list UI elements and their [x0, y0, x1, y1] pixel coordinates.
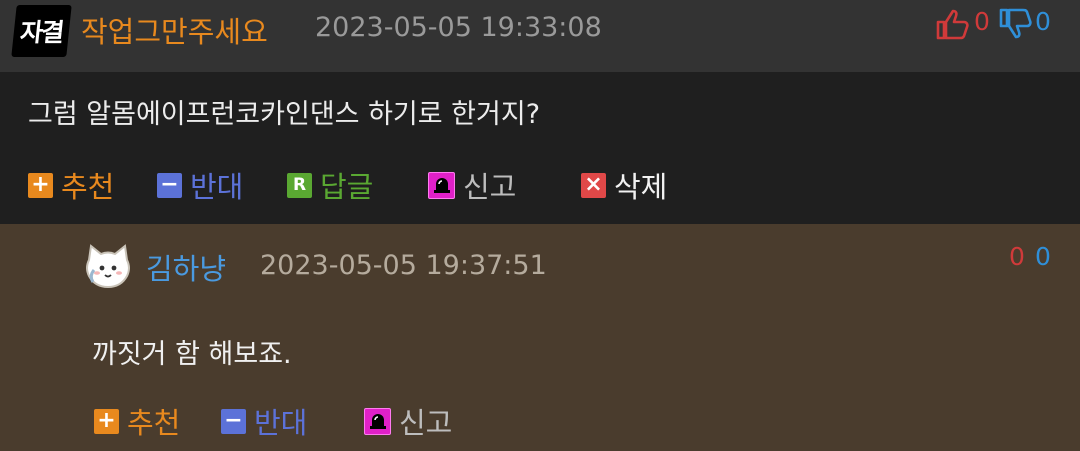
reply-comment: 김하냥 2023-05-05 19:37:51 0 0 까짓거 함 해보죠. +…	[0, 224, 1080, 451]
siren-icon	[364, 407, 391, 435]
reply-icon: R	[287, 172, 312, 198]
reply-oppose-button[interactable]: − 반대	[221, 400, 307, 442]
reply-content: 까짓거 함 해보죠.	[92, 339, 292, 370]
comment-body: 그럼 알몸에이프런코카인댄스 하기로 한거지? + 추천 − 반대 R 답글 신…	[0, 72, 1080, 224]
recommend-button[interactable]: + 추천	[28, 164, 114, 206]
oppose-button[interactable]: − 반대	[157, 164, 243, 206]
plus-icon: +	[94, 408, 119, 434]
comment-username[interactable]: 작업그만주세요	[81, 9, 268, 51]
downvote-count: 0	[1035, 7, 1051, 36]
reply-upvote-count[interactable]: 0	[1009, 242, 1025, 271]
delete-x-icon: ×	[581, 172, 606, 198]
reply-downvote-count[interactable]: 0	[1035, 242, 1051, 271]
comment-timestamp: 2023-05-05 19:33:08	[315, 12, 602, 43]
minus-icon: −	[157, 172, 182, 198]
plus-icon: +	[28, 172, 53, 198]
thumbs-up-icon[interactable]	[935, 8, 969, 44]
reply-label: 답글	[320, 170, 374, 204]
avatar[interactable]: 자결	[11, 5, 72, 57]
reply-username[interactable]: 김하냥	[146, 246, 226, 288]
cat-avatar-icon[interactable]	[83, 242, 133, 294]
report-button[interactable]: 신고	[428, 164, 516, 206]
reply-recommend-label: 추천	[127, 406, 181, 440]
siren-icon	[428, 171, 455, 199]
delete-button[interactable]: × 삭제	[581, 164, 667, 206]
reply-report-label: 신고	[399, 406, 453, 440]
delete-label: 삭제	[614, 170, 668, 204]
recommend-label: 추천	[61, 170, 115, 204]
thumbs-down-icon[interactable]	[998, 8, 1032, 44]
reply-oppose-label: 반대	[254, 406, 308, 440]
reply-timestamp: 2023-05-05 19:37:51	[260, 250, 547, 281]
comment-header: 자결 작업그만주세요 2023-05-05 19:33:08 0 0	[0, 0, 1080, 72]
comment-content: 그럼 알몸에이프런코카인댄스 하기로 한거지?	[28, 99, 541, 130]
comment-main: 자결 작업그만주세요 2023-05-05 19:33:08 0 0 그럼 알몸…	[0, 0, 1080, 224]
reply-report-button[interactable]: 신고	[364, 400, 452, 442]
reply-recommend-button[interactable]: + 추천	[94, 400, 180, 442]
report-label: 신고	[463, 170, 517, 204]
minus-icon: −	[221, 408, 246, 434]
reply-button[interactable]: R 답글	[287, 164, 373, 206]
oppose-label: 반대	[190, 170, 244, 204]
upvote-count: 0	[974, 7, 990, 36]
avatar-text: 자결	[18, 18, 64, 47]
